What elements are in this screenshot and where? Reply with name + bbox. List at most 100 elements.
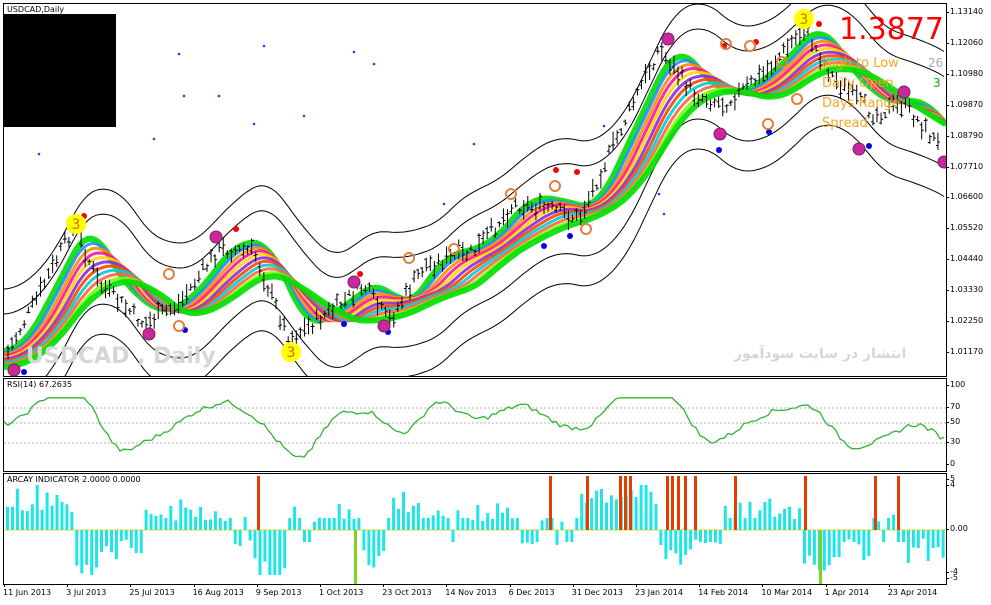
arcay-bar [570, 530, 574, 542]
time-tick [762, 584, 764, 587]
time-tick [320, 584, 321, 587]
arcay-bar [614, 499, 618, 530]
time-tick [4, 584, 5, 587]
arcay-bar [263, 530, 267, 562]
arcay-bar [887, 518, 891, 530]
arcay-bar [530, 530, 534, 545]
arcay-bar [718, 530, 722, 544]
axis-label: 1.10980 [950, 68, 984, 78]
wave-marker-orange [549, 180, 561, 192]
arcay-bar [748, 501, 752, 530]
arcay-bar [941, 530, 945, 558]
rsi-pane[interactable]: RSI(14) 67.2635 [3, 378, 947, 472]
info-days-range: Days Range [822, 96, 900, 111]
arcay-bar [723, 506, 727, 530]
arcay-spike [874, 476, 877, 530]
wave-marker [142, 327, 156, 341]
arcay-spike [804, 476, 807, 530]
arcay-bar [85, 530, 89, 565]
axis-label: 1.01170 [950, 346, 984, 356]
arcay-bar [194, 516, 198, 530]
arcay-bar [387, 518, 391, 530]
arcay-bar [926, 530, 930, 562]
arcay-bar [60, 501, 64, 530]
signal-dot [657, 192, 661, 196]
arcay-bar [362, 530, 366, 551]
signal-dot [372, 62, 376, 66]
arcay-spike [629, 476, 632, 530]
time-tick [825, 584, 827, 587]
arcay-bar [486, 513, 490, 530]
arcay-canvas[interactable] [4, 474, 946, 584]
arcay-bar [902, 530, 905, 542]
arcay-bar [397, 508, 401, 530]
arcay-spike-green [819, 530, 822, 584]
arcay-bar [372, 530, 376, 568]
arcay-bar [95, 530, 99, 568]
arcay-bar [728, 518, 732, 530]
rsi-canvas[interactable] [4, 379, 946, 471]
arcay-bar [832, 530, 836, 558]
arcay-bar [476, 505, 480, 530]
wave-marker-orange [163, 268, 175, 280]
arcay-bar [169, 506, 173, 530]
axis-label: 1.06600 [950, 192, 984, 202]
arcay-bar [689, 530, 693, 550]
arcay-indicator-pane[interactable]: ARCAY INDICATOR 2.0000 0.0000 [3, 473, 947, 585]
arcay-bar [916, 530, 920, 549]
arcay-bar [664, 530, 668, 560]
arcay-bar [402, 492, 405, 530]
arcay-bar [35, 485, 39, 530]
axis-label: 1.09870 [950, 99, 984, 109]
axis-tick [946, 578, 949, 579]
axis-tick [946, 572, 949, 573]
arcay-bar [669, 530, 673, 551]
time-tick [193, 584, 195, 587]
axis-tick [946, 73, 949, 75]
price-chart-pane[interactable]: 3 3 3 USDCAD,Daily 1.3877 High to Low Dail… [3, 3, 947, 377]
arcay-bar [204, 519, 207, 530]
wave-marker [347, 275, 361, 289]
arcay-bar [758, 510, 762, 530]
arcay-bar [807, 530, 811, 556]
arcay-bar [496, 503, 500, 530]
arcay-bar [40, 509, 44, 530]
signal-dot [662, 212, 666, 216]
ma-ribbon-line [4, 66, 946, 370]
axis-label: 1.02250 [950, 316, 984, 325]
sell-signal-dot [574, 169, 580, 175]
arcay-bar [65, 504, 69, 530]
arcay-bar [684, 530, 688, 555]
time-tick [636, 584, 637, 587]
arcay-bar [694, 530, 698, 540]
arcay-bar [931, 530, 935, 549]
wave-count-label: 3 [72, 217, 81, 233]
time-tick [130, 584, 132, 587]
arcay-spike [666, 476, 669, 530]
arcay-bar [575, 518, 579, 530]
wave-marker [713, 127, 727, 141]
sell-signal-dot [357, 271, 363, 277]
axis-label: 1.13140 [950, 7, 984, 16]
arcay-bar [793, 519, 797, 530]
axis-label: 50 [950, 417, 961, 426]
axis-tick [946, 321, 949, 322]
arcay-bar [293, 506, 297, 530]
wave-marker [377, 319, 391, 333]
arcay-bar [852, 530, 856, 542]
axis-tick [946, 407, 949, 408]
wave-marker-orange [762, 118, 774, 130]
rsi-axis: 100 70 50 30 0 [946, 378, 991, 470]
buy-signal-dot [716, 147, 722, 153]
arcay-bar [867, 530, 871, 557]
arcay-bar [674, 530, 678, 554]
arcay-bar [798, 508, 801, 530]
arcay-bar [906, 530, 910, 563]
arcay-bar [555, 530, 559, 545]
rsi-line [4, 397, 945, 458]
arcay-bar [11, 506, 14, 530]
wave-marker [209, 230, 223, 244]
arcay-bar [337, 504, 341, 530]
arcay-bar [520, 530, 524, 544]
price-chart-canvas[interactable]: 3 3 3 [4, 4, 946, 376]
